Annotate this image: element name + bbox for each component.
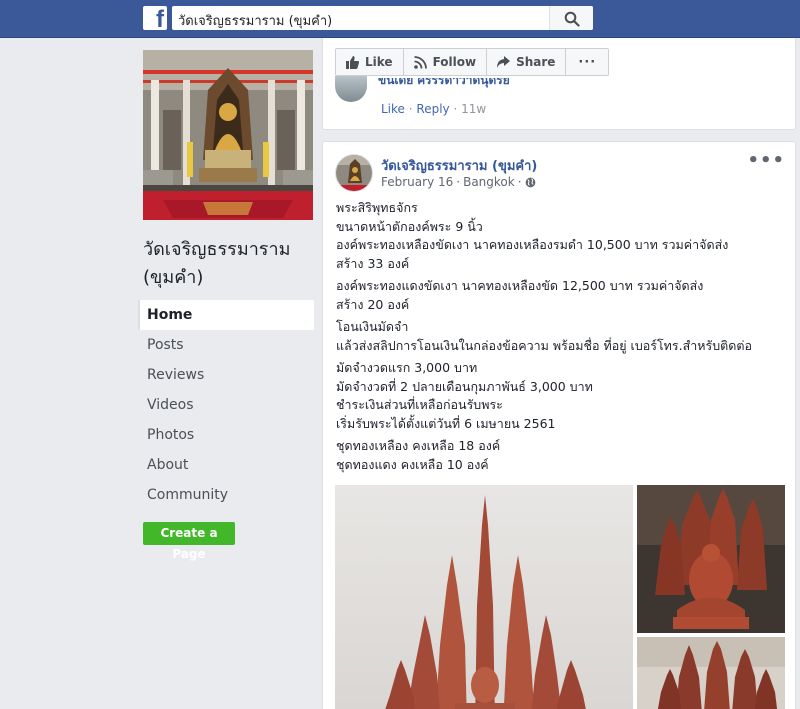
post-location[interactable]: Bangkok <box>463 175 515 189</box>
post-paragraph: โอนเงินมัดจำ แล้วส่งสลิปการโอนเงินในกล่อ… <box>336 318 784 355</box>
share-arrow-icon <box>497 56 511 68</box>
post-line: องค์พระทองเหลืองขัดเงา นาคทองเหลืองรมดำ … <box>336 237 729 252</box>
globe-icon <box>525 177 535 187</box>
post-line: ชุดทองเหลือง คงเหลือ 18 องค์ <box>336 438 501 453</box>
post-paragraph: องค์พระทองแดงขัดเงา นาคทองเหลืองขัด 12,5… <box>336 277 784 314</box>
post-paragraph: ชุดทองเหลือง คงเหลือ 18 องค์ ชุดทองแดง ค… <box>336 437 784 474</box>
search-icon <box>564 11 580 27</box>
page-title[interactable]: วัดเจริญธรรมาราม (ขุมคำ) <box>143 236 313 292</box>
nav-posts[interactable]: Posts <box>138 330 314 360</box>
nav-photos[interactable]: Photos <box>138 420 314 450</box>
top-bar: f วัดเจริญธรรมาราม (ขุมคำ) <box>0 0 800 38</box>
post-paragraph: พระสิริพุทธจักร ขนาดหน้าตักองค์พระ 9 นิ้… <box>336 199 784 273</box>
page-action-bar: Like Follow Share ··· <box>335 48 610 76</box>
share-button[interactable]: Share <box>487 49 567 75</box>
commenter-name[interactable]: ขนเดย ศรรรดาวาดนุดรย <box>378 78 510 90</box>
post-line: ชุดทองแดง คงเหลือ 10 องค์ <box>336 456 489 472</box>
post-line: โอนเงินมัดจำ <box>336 319 409 334</box>
post-line: สร้าง 33 องค์ <box>336 255 410 271</box>
search-input[interactable]: วัดเจริญธรรมาราม (ขุมคำ) <box>178 10 332 31</box>
post-photo-3[interactable] <box>637 637 785 709</box>
facebook-logo-icon[interactable]: f <box>143 6 167 32</box>
nav-videos[interactable]: Videos <box>138 390 314 420</box>
post-author-name[interactable]: วัดเจริญธรรมาราม (ขุมคำ) <box>381 155 537 176</box>
post-line: มัดจำงวดที่ 2 ปลายเดือนกุมภาพันธ์ 3,000 … <box>336 378 593 394</box>
post-line: องค์พระทองแดงขัดเงา นาคทองเหลืองขัด 12,5… <box>336 278 704 293</box>
post-line: ชำระเงินส่วนที่เหลือก่อนรับพระ <box>336 397 503 412</box>
follow-label: Follow <box>432 55 477 69</box>
post-text: พระสิริพุทธจักร ขนาดหน้าตักองค์พระ 9 นิ้… <box>336 199 784 478</box>
follow-button[interactable]: Follow <box>404 49 488 75</box>
post-line: เริ่มรับพระได้ตั้งแต่วันที่ 6 เมษายน 256… <box>336 415 556 431</box>
rss-icon <box>413 55 427 69</box>
post-photo-grid <box>335 485 787 709</box>
post-author-avatar[interactable] <box>335 154 373 192</box>
share-label: Share <box>516 55 556 69</box>
page-actions-panel: Like Follow Share ··· ขนเดย ศรรรดาวาดนุด… <box>322 38 796 130</box>
post-photo-main[interactable] <box>335 485 633 709</box>
search-button[interactable] <box>549 6 593 30</box>
nav-home[interactable]: Home <box>138 300 314 330</box>
like-button[interactable]: Like <box>336 49 404 75</box>
comment-age[interactable]: 11w <box>461 102 486 116</box>
post-options-button[interactable]: ••• <box>747 150 785 171</box>
post-line: มัดจำงวดแรก 3,000 บาท <box>336 360 478 375</box>
post-line: แล้วส่งสลิปการโอนเงินในกล่องข้อความ พร้อ… <box>336 337 753 353</box>
create-page-button[interactable]: Create a Page <box>143 522 235 561</box>
page-profile-photo[interactable] <box>143 50 313 220</box>
search-box[interactable]: วัดเจริญธรรมาราม (ขุมคำ) <box>172 6 593 30</box>
post-paragraph: มัดจำงวดแรก 3,000 บาท มัดจำงวดที่ 2 ปลาย… <box>336 359 784 433</box>
commenter-avatar[interactable] <box>335 76 367 102</box>
post-photo-2[interactable] <box>637 485 785 633</box>
comment-meta: Like · Reply · 11w <box>381 102 487 116</box>
page-nav: Home Posts Reviews Videos Photos About C… <box>138 300 314 510</box>
nav-community[interactable]: Community <box>138 480 314 510</box>
ellipsis-icon: ··· <box>578 54 597 70</box>
like-label: Like <box>365 55 393 69</box>
post-meta: February 16 · Bangkok · <box>381 175 536 189</box>
post-line: สร้าง 20 องค์ <box>336 296 410 312</box>
comment-reply-link[interactable]: Reply <box>416 102 449 116</box>
post-line: ขนาดหน้าตักองค์พระ 9 นิ้ว <box>336 218 483 234</box>
thumbs-up-icon <box>346 55 359 69</box>
post-card: วัดเจริญธรรมาราม (ขุมคำ) February 16 · B… <box>322 141 796 709</box>
comment-like-link[interactable]: Like <box>381 102 405 116</box>
nav-about[interactable]: About <box>138 450 314 480</box>
post-date[interactable]: February 16 <box>381 175 453 189</box>
more-options-button[interactable]: ··· <box>566 49 608 75</box>
post-line: พระสิริพุทธจักร <box>336 200 418 215</box>
nav-reviews[interactable]: Reviews <box>138 360 314 390</box>
